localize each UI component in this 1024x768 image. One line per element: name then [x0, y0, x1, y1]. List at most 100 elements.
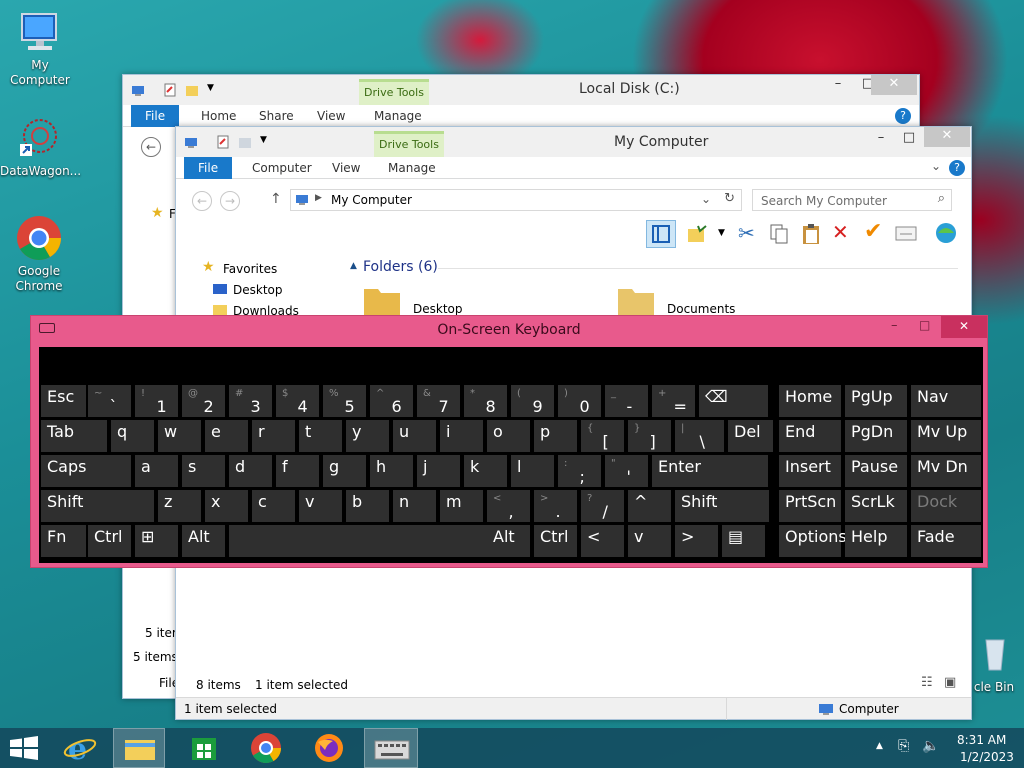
layout-pane-button[interactable]: [646, 220, 676, 248]
back-button[interactable]: ←: [192, 191, 212, 211]
key-symbol-2-10[interactable]: :;: [558, 455, 601, 487]
key-windows[interactable]: ⊞: [135, 525, 178, 557]
close-button[interactable]: ✕: [924, 127, 970, 147]
tab-manage[interactable]: Manage: [364, 105, 432, 127]
key-symbol-1-13[interactable]: | \: [675, 420, 724, 452]
key-symbol-0-1[interactable]: ~ `: [88, 385, 131, 417]
key-1[interactable]: ! 1: [135, 385, 178, 417]
key-blank[interactable]: <: [581, 525, 624, 557]
quick-access-dropdown-icon[interactable]: ▼: [207, 83, 214, 93]
desktop-icon-google-chrome[interactable]: Google Chrome: [0, 214, 78, 294]
key-7[interactable]: & 7: [417, 385, 460, 417]
key-8[interactable]: * 8: [464, 385, 507, 417]
minimize-button[interactable]: –: [866, 129, 896, 149]
key-tab[interactable]: Tab: [41, 420, 107, 452]
key-y[interactable]: y: [346, 420, 389, 452]
close-button[interactable]: ✕: [871, 75, 917, 95]
key-l[interactable]: l: [511, 455, 554, 487]
properties-toolbar-icon[interactable]: [894, 224, 918, 244]
breadcrumb-arrow-icon[interactable]: ▶: [315, 193, 322, 203]
key-alt[interactable]: Alt: [182, 525, 225, 557]
tab-manage[interactable]: Manage: [378, 157, 446, 179]
key-g[interactable]: g: [323, 455, 366, 487]
key-blank[interactable]: >: [675, 525, 718, 557]
key-o[interactable]: o: [487, 420, 530, 452]
key-x[interactable]: x: [205, 490, 248, 522]
delete-icon[interactable]: ✕: [832, 220, 849, 244]
new-folder-icon[interactable]: [185, 83, 199, 97]
large-icons-view-icon[interactable]: ▣: [944, 675, 956, 690]
key-symbol-3-9[interactable]: >.: [534, 490, 577, 522]
forward-button[interactable]: →: [220, 191, 240, 211]
details-view-icon[interactable]: ☷: [921, 675, 933, 690]
key-9[interactable]: (9: [511, 385, 554, 417]
key-enter[interactable]: Enter: [652, 455, 768, 487]
key-ctrl[interactable]: Ctrl: [534, 525, 577, 557]
properties-icon[interactable]: [216, 135, 230, 149]
key-h[interactable]: h: [370, 455, 413, 487]
chrome-icon[interactable]: [240, 728, 292, 768]
folder-documents-label[interactable]: Documents: [667, 302, 735, 316]
key-fade[interactable]: Fade: [911, 525, 981, 557]
key-fn[interactable]: Fn: [41, 525, 86, 557]
nav-item-favorites[interactable]: Favorites: [223, 262, 277, 276]
refresh-icon[interactable]: ↻: [724, 191, 735, 206]
key-i[interactable]: i: [440, 420, 483, 452]
folder-desktop-icon[interactable]: [362, 281, 402, 317]
help-icon[interactable]: ?: [949, 160, 965, 176]
properties-icon[interactable]: [163, 83, 177, 97]
key-r[interactable]: r: [252, 420, 295, 452]
group-collapse-icon[interactable]: ▲: [350, 261, 357, 271]
key-u[interactable]: u: [393, 420, 436, 452]
volume-icon[interactable]: 🔈: [922, 738, 939, 754]
key-k[interactable]: k: [464, 455, 507, 487]
key-dock[interactable]: Dock: [911, 490, 981, 522]
clock-date[interactable]: 1/2/2023: [960, 750, 1014, 764]
key-mv-dn[interactable]: Mv Dn: [911, 455, 981, 487]
key-w[interactable]: w: [158, 420, 201, 452]
key-menu[interactable]: ▤: [722, 525, 765, 557]
maximize-button[interactable]: □: [894, 129, 924, 149]
key-nav[interactable]: Nav: [911, 385, 981, 417]
key-5[interactable]: % 5: [323, 385, 366, 417]
up-button[interactable]: ↑: [270, 191, 282, 207]
key-n[interactable]: n: [393, 490, 436, 522]
folder-options-dropdown-icon[interactable]: ▼: [718, 228, 725, 238]
tab-computer[interactable]: Computer: [242, 157, 322, 179]
key-symbol-1-11[interactable]: {[: [581, 420, 624, 452]
key-m[interactable]: m: [440, 490, 483, 522]
on-screen-keyboard-icon[interactable]: [364, 728, 418, 768]
key-home[interactable]: Home: [779, 385, 841, 417]
key-symbol-3-8[interactable]: <,: [487, 490, 530, 522]
back-nav-icon[interactable]: ←: [141, 137, 161, 157]
minimize-button[interactable]: –: [823, 75, 853, 95]
key-v[interactable]: v: [299, 490, 342, 522]
keyboard-maximize-button[interactable]: □: [919, 318, 930, 332]
show-hidden-icons-icon[interactable]: ▲: [876, 741, 883, 751]
key-alt[interactable]: Alt: [487, 525, 530, 557]
key-mv-up[interactable]: Mv Up: [911, 420, 981, 452]
key-j[interactable]: j: [417, 455, 460, 487]
tab-file[interactable]: File: [131, 105, 180, 127]
copy-icon[interactable]: [768, 223, 790, 245]
key-blank[interactable]: ^: [628, 490, 671, 522]
key-2[interactable]: @2: [182, 385, 225, 417]
key-space[interactable]: [229, 525, 487, 557]
key-p[interactable]: p: [534, 420, 577, 452]
key-v[interactable]: v: [628, 525, 671, 557]
key-pause[interactable]: Pause: [845, 455, 907, 487]
key-3[interactable]: #3: [229, 385, 272, 417]
key-symbol-0-13[interactable]: + =: [652, 385, 695, 417]
tab-view[interactable]: View: [322, 157, 370, 179]
ribbon-expand-icon[interactable]: ⌄: [931, 159, 941, 173]
quick-access-dropdown-icon[interactable]: ▼: [260, 135, 267, 145]
network-globe-icon[interactable]: [934, 221, 958, 245]
key-caps[interactable]: Caps: [41, 455, 131, 487]
tab-home[interactable]: Home: [191, 105, 246, 127]
key-d[interactable]: d: [229, 455, 272, 487]
key-c[interactable]: c: [252, 490, 295, 522]
paste-icon[interactable]: [800, 222, 822, 246]
key-help[interactable]: Help: [845, 525, 907, 557]
firefox-icon[interactable]: [303, 728, 355, 768]
key-options[interactable]: Options: [779, 525, 847, 557]
